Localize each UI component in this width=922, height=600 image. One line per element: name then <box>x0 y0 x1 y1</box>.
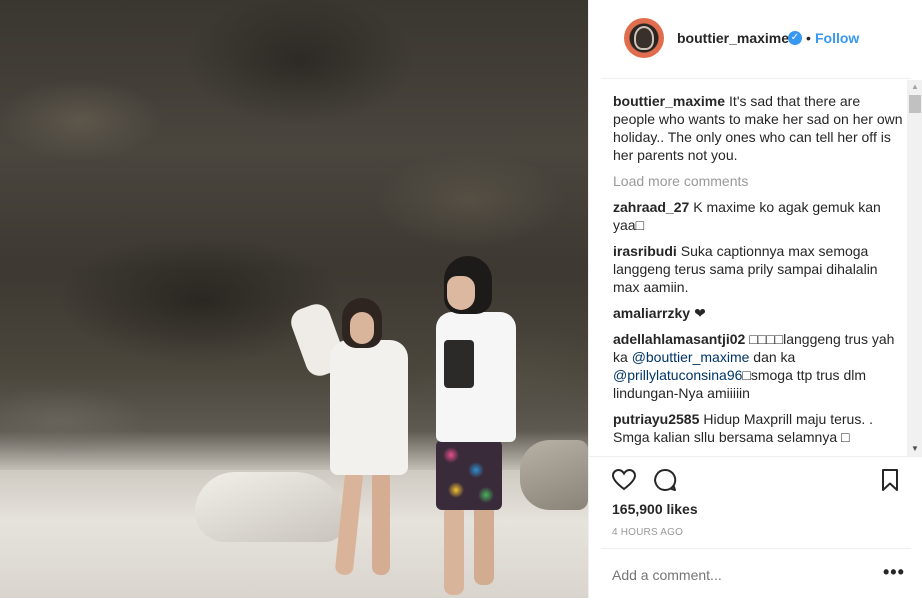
scroll-up-arrow-icon[interactable]: ▲ <box>907 80 922 94</box>
girl-face <box>350 312 374 344</box>
avatar-image <box>634 26 654 50</box>
boulder <box>520 440 588 510</box>
post-actions: 165,900 likes 4 HOURS AGO ••• <box>589 456 922 599</box>
comments-list[interactable]: bouttier_maxime It's sad that there are p… <box>613 92 903 456</box>
separator-dot: • <box>806 30 811 46</box>
comment-username[interactable]: irasribudi <box>613 243 677 259</box>
add-comment-row: ••• <box>601 548 911 600</box>
post-header: bouttier_maxime ✓ • Follow <box>601 0 911 79</box>
girl-leg <box>372 470 390 575</box>
comment-username[interactable]: zahraad_27 <box>613 199 689 215</box>
boy-face <box>447 276 475 310</box>
scroll-down-arrow-icon[interactable]: ▼ <box>907 442 922 456</box>
comment-item: adellahlamasantji02 □□□□langgeng trus yah… <box>613 330 903 402</box>
comment-username[interactable]: adellahlamasantji02 <box>613 331 745 347</box>
verified-badge-icon: ✓ <box>788 31 802 45</box>
post-photo[interactable] <box>0 0 588 598</box>
more-options-button[interactable]: ••• <box>883 562 905 583</box>
comment-item: amaliarrzky ❤ <box>613 304 903 322</box>
comment-bubble-icon[interactable] <box>652 467 678 493</box>
comment-text: dan ka <box>749 349 796 365</box>
caption: bouttier_maxime It's sad that there are p… <box>613 92 903 164</box>
mention-link[interactable]: @bouttier_maxime <box>632 349 750 365</box>
comment-username[interactable]: amaliarrzky <box>613 305 690 321</box>
comment-username[interactable]: putriayu2585 <box>613 411 699 427</box>
girl-dress <box>330 340 408 475</box>
post-side-panel: bouttier_maxime ✓ • Follow bouttier_maxi… <box>588 0 922 598</box>
post-username[interactable]: bouttier_maxime <box>677 30 789 46</box>
add-comment-input[interactable] <box>612 567 862 583</box>
comment-item: irasribudi Suka captionnya max semoga lan… <box>613 242 903 296</box>
boulder <box>195 472 345 542</box>
boy-shorts <box>436 440 502 510</box>
boy-leg <box>444 505 464 595</box>
mention-link[interactable]: @prillylatuconsina96 <box>613 367 742 383</box>
likes-count[interactable]: 165,900 likes <box>612 501 698 517</box>
comment-item: zahraad_27 K maxime ko agak gemuk kan yaa… <box>613 198 903 234</box>
comments-scrollbar[interactable]: ▲ ▼ <box>907 80 922 456</box>
follow-button[interactable]: Follow <box>815 30 859 46</box>
avatar[interactable] <box>624 18 664 58</box>
heart-emoji-icon: ❤ <box>694 305 706 321</box>
heart-icon[interactable] <box>611 467 637 493</box>
boy-leg <box>474 500 494 585</box>
bookmark-icon[interactable] <box>877 467 903 493</box>
post-timestamp: 4 HOURS AGO <box>612 527 684 538</box>
scroll-thumb[interactable] <box>909 95 921 113</box>
comment-item: putriayu2585 Hidup Maxprill maju terus. .… <box>613 410 903 446</box>
shirt-print <box>444 340 474 388</box>
load-more-comments-button[interactable]: Load more comments <box>613 172 903 190</box>
caption-username[interactable]: bouttier_maxime <box>613 93 725 109</box>
